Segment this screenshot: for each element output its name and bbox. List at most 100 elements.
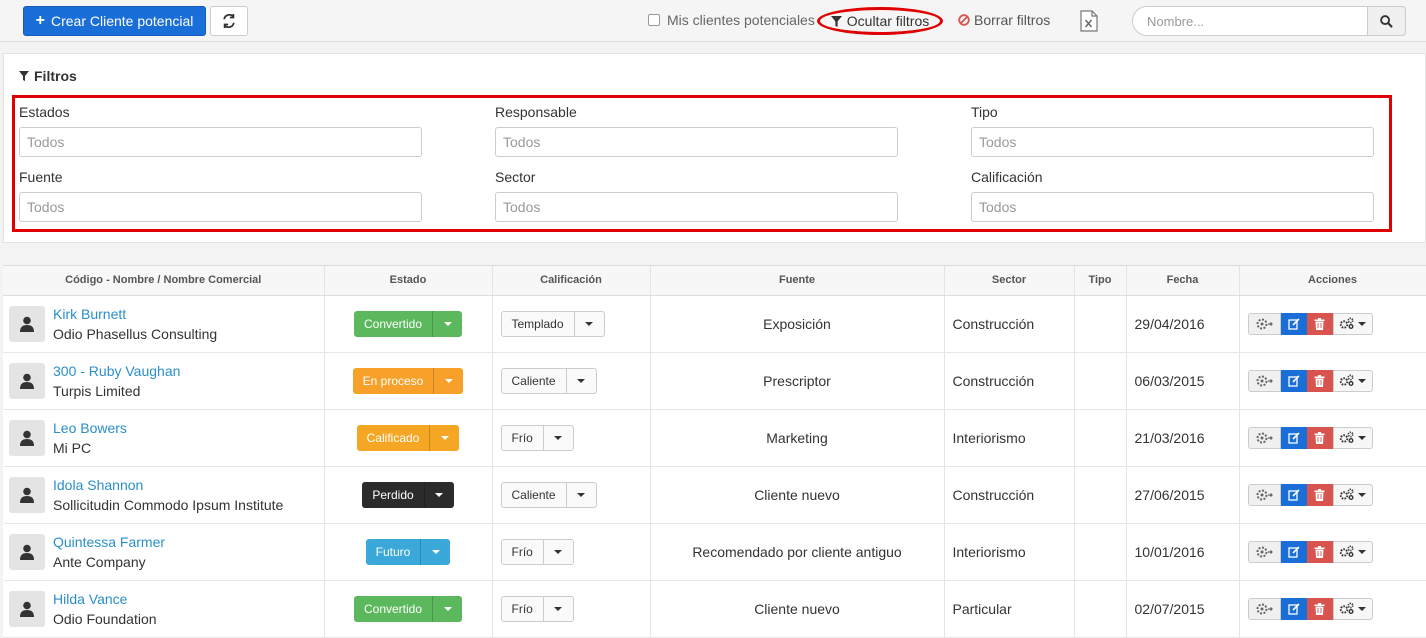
delete-button[interactable] xyxy=(1306,369,1333,392)
my-leads-checkbox[interactable] xyxy=(648,14,660,26)
trash-icon xyxy=(1314,488,1325,501)
more-actions-dropdown[interactable] xyxy=(1332,597,1373,620)
more-actions-dropdown[interactable] xyxy=(1332,426,1373,449)
rating-dropdown[interactable]: Frío xyxy=(500,424,574,451)
convert-button[interactable] xyxy=(1247,312,1281,335)
status-caret-button[interactable] xyxy=(432,595,462,622)
delete-button[interactable] xyxy=(1306,597,1333,620)
edit-button[interactable] xyxy=(1280,369,1307,392)
clear-filters-button[interactable]: Borrar filtros xyxy=(958,12,1050,28)
header-code-name[interactable]: Código - Nombre / Nombre Comercial xyxy=(3,266,325,296)
convert-button[interactable] xyxy=(1247,483,1281,506)
filter-estados-input[interactable] xyxy=(19,127,422,157)
status-dropdown[interactable]: Convertido xyxy=(353,310,463,337)
status-caret-button[interactable] xyxy=(423,481,454,508)
gear-arrow-icon xyxy=(1256,432,1273,443)
more-actions-dropdown[interactable] xyxy=(1332,540,1373,563)
cell-actions xyxy=(1239,409,1426,467)
table-row: Leo Bowers Mi PC Calificado Frío Marketi… xyxy=(3,409,1426,467)
cell-type xyxy=(1074,295,1127,353)
lead-name-link[interactable]: Hilda Vance xyxy=(53,589,157,609)
lead-name-link[interactable]: Leo Bowers xyxy=(53,418,127,438)
cell-type xyxy=(1074,466,1127,524)
header-sector[interactable]: Sector xyxy=(944,266,1075,296)
hide-filters-button[interactable]: Ocultar filtros xyxy=(817,7,943,35)
cell-date: 27/06/2015 xyxy=(1126,466,1240,524)
cell-name: Kirk Burnett Odio Phasellus Consulting xyxy=(3,295,325,353)
more-actions-dropdown[interactable] xyxy=(1332,483,1373,506)
lead-name-link[interactable]: Quintessa Farmer xyxy=(53,532,165,552)
delete-button[interactable] xyxy=(1306,312,1333,335)
status-dropdown[interactable]: Futuro xyxy=(365,538,451,565)
header-date[interactable]: Fecha xyxy=(1126,266,1240,296)
search-button[interactable] xyxy=(1367,6,1406,36)
edit-button[interactable] xyxy=(1280,426,1307,449)
edit-button[interactable] xyxy=(1280,540,1307,563)
filter-calificacion-input[interactable] xyxy=(971,192,1374,222)
filter-sector-input[interactable] xyxy=(495,192,898,222)
status-caret-button[interactable] xyxy=(432,310,462,337)
rating-label: Caliente xyxy=(511,487,556,502)
header-rating[interactable]: Calificación xyxy=(492,266,651,296)
rating-dropdown[interactable]: Templado xyxy=(500,310,605,337)
edit-icon xyxy=(1287,602,1300,615)
filter-fuente-input[interactable] xyxy=(19,192,422,222)
header-source[interactable]: Fuente xyxy=(650,266,945,296)
create-lead-button[interactable]: + Crear Cliente potencial xyxy=(23,6,206,36)
status-dropdown[interactable]: Convertido xyxy=(353,595,463,622)
status-dropdown[interactable]: Calificado xyxy=(356,424,460,451)
avatar xyxy=(9,533,45,570)
status-caret-button[interactable] xyxy=(420,538,450,565)
status-caret-button[interactable] xyxy=(429,424,459,451)
filter-tipo-input[interactable] xyxy=(971,127,1374,157)
more-actions-dropdown[interactable] xyxy=(1332,369,1373,392)
more-actions-dropdown[interactable] xyxy=(1332,312,1373,335)
ban-icon xyxy=(958,14,970,26)
rating-caret-button[interactable] xyxy=(542,539,573,564)
status-dropdown[interactable]: En proceso xyxy=(352,367,464,394)
delete-button[interactable] xyxy=(1306,483,1333,506)
status-label: Perdido xyxy=(372,487,414,502)
header-type[interactable]: Tipo xyxy=(1074,266,1127,296)
rating-caret-button[interactable] xyxy=(565,368,596,393)
rating-caret-button[interactable] xyxy=(542,425,573,450)
status-caret-button[interactable] xyxy=(433,367,463,394)
excel-icon[interactable] xyxy=(1080,10,1098,32)
delete-button[interactable] xyxy=(1306,426,1333,449)
refresh-button[interactable] xyxy=(210,6,248,36)
table-body: Kirk Burnett Odio Phasellus Consulting C… xyxy=(3,295,1426,638)
rating-caret-button[interactable] xyxy=(565,482,596,507)
my-leads-toggle[interactable]: Mis clientes potenciales xyxy=(648,12,815,28)
lead-name-link[interactable]: Idola Shannon xyxy=(53,475,283,495)
convert-button[interactable] xyxy=(1247,597,1281,620)
cell-actions xyxy=(1239,523,1426,581)
rating-caret-button[interactable] xyxy=(573,311,604,336)
rating-dropdown[interactable]: Caliente xyxy=(500,481,597,508)
header-status[interactable]: Estado xyxy=(324,266,493,296)
edit-button[interactable] xyxy=(1280,483,1307,506)
rating-dropdown[interactable]: Caliente xyxy=(500,367,597,394)
edit-icon xyxy=(1287,317,1300,330)
gears-icon xyxy=(1339,431,1354,443)
search-input[interactable] xyxy=(1133,7,1368,35)
chevron-down-icon xyxy=(443,321,452,326)
cell-rating: Caliente xyxy=(492,466,651,524)
convert-button[interactable] xyxy=(1247,540,1281,563)
delete-button[interactable] xyxy=(1306,540,1333,563)
status-dropdown[interactable]: Perdido xyxy=(362,481,454,508)
filter-label-sector: Sector xyxy=(495,169,536,185)
rating-dropdown[interactable]: Frío xyxy=(500,538,574,565)
convert-button[interactable] xyxy=(1247,369,1281,392)
lead-name-link[interactable]: Kirk Burnett xyxy=(53,304,217,324)
filter-responsable-input[interactable] xyxy=(495,127,898,157)
edit-button[interactable] xyxy=(1280,597,1307,620)
lead-name-link[interactable]: 300 - Ruby Vaughan xyxy=(53,361,180,381)
rating-dropdown[interactable]: Frío xyxy=(500,595,574,622)
rating-caret-button[interactable] xyxy=(542,596,573,621)
edit-button[interactable] xyxy=(1280,312,1307,335)
rating-label: Templado xyxy=(511,316,564,331)
cell-sector: Particular xyxy=(944,580,1075,638)
leads-table-container: Código - Nombre / Nombre Comercial Estad… xyxy=(3,265,1426,638)
cell-rating: Frío xyxy=(492,523,651,581)
convert-button[interactable] xyxy=(1247,426,1281,449)
